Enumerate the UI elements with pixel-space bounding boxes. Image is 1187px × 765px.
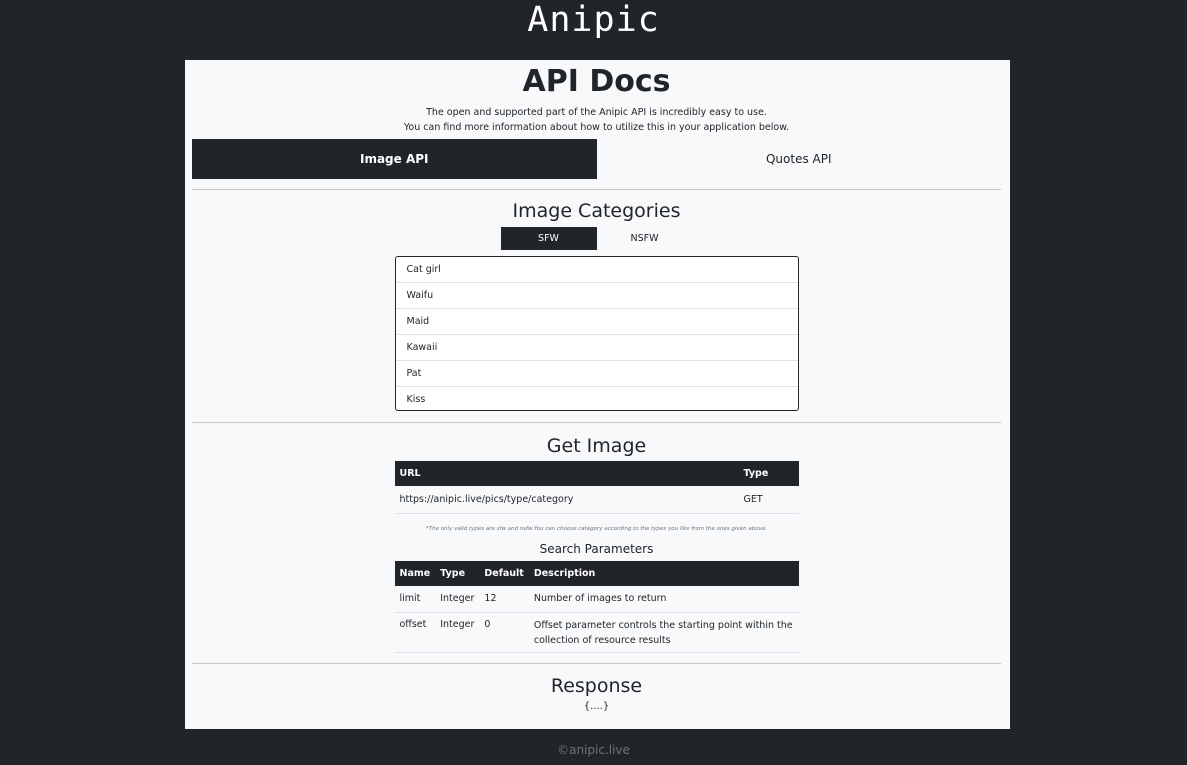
list-item[interactable]: Kawaii bbox=[395, 335, 798, 361]
list-item[interactable]: Waifu bbox=[395, 283, 798, 309]
param-default: 0 bbox=[479, 612, 529, 653]
endpoint-method: GET bbox=[738, 486, 799, 514]
site-title: Anipic bbox=[527, 0, 660, 40]
tab-sfw[interactable]: SFW bbox=[500, 227, 597, 250]
get-image-title: Get Image bbox=[546, 435, 647, 457]
intro-line-2: You can find more information about how … bbox=[403, 122, 790, 133]
api-tabs: Image API Quotes API bbox=[192, 139, 1001, 179]
divider bbox=[192, 422, 1001, 423]
search-parameters-title: Search Parameters bbox=[539, 541, 654, 556]
param-name: offset bbox=[394, 612, 436, 653]
search-parameters-table: Name Type Default Description limit Inte… bbox=[394, 560, 799, 653]
divider bbox=[192, 663, 1001, 664]
table-row: limit Integer 12 Number of images to ret… bbox=[394, 585, 799, 613]
column-header-name: Name bbox=[394, 560, 436, 586]
categories-title: Image Categories bbox=[512, 200, 681, 222]
response-title: Response bbox=[550, 675, 643, 697]
column-header-type: Type bbox=[738, 461, 799, 486]
get-image-table: URL Type https://anipic.live/pics/type/c… bbox=[394, 461, 799, 514]
table-row: offset Integer 0 Offset parameter contro… bbox=[394, 612, 799, 653]
category-list[interactable]: Cat girl Waifu Maid Kawaii Pat Kiss bbox=[394, 256, 799, 411]
type-note: *The only valid types are sfw and nsfw.Y… bbox=[425, 525, 768, 532]
footer-copyright: ©anipic.live bbox=[557, 743, 630, 757]
tab-quotes-api[interactable]: Quotes API bbox=[597, 139, 1002, 179]
list-item[interactable]: Cat girl bbox=[395, 257, 798, 283]
endpoint-url: https://anipic.live/pics/type/category bbox=[394, 486, 739, 514]
category-type-tabs: SFW NSFW bbox=[192, 227, 1001, 250]
param-type: Integer bbox=[435, 585, 480, 613]
param-name: limit bbox=[394, 585, 436, 613]
column-header-default: Default bbox=[479, 560, 529, 586]
tab-nsfw[interactable]: NSFW bbox=[597, 227, 693, 250]
table-row: https://anipic.live/pics/type/category G… bbox=[394, 486, 799, 514]
column-header-description: Description bbox=[528, 560, 799, 586]
tab-image-api[interactable]: Image API bbox=[192, 139, 597, 179]
param-description: Number of images to return bbox=[528, 585, 799, 613]
list-item[interactable]: Maid bbox=[395, 309, 798, 335]
list-item[interactable]: Pat bbox=[395, 361, 798, 387]
intro-line-1: The open and supported part of the Anipi… bbox=[426, 107, 767, 118]
column-header-type: Type bbox=[435, 560, 480, 586]
param-type: Integer bbox=[435, 612, 480, 653]
response-body: {....} bbox=[583, 701, 610, 712]
param-description: Offset parameter controls the starting p… bbox=[528, 612, 799, 653]
intro-text: The open and supported part of the Anipi… bbox=[192, 105, 1001, 135]
page-title: API Docs bbox=[522, 64, 671, 99]
param-default: 12 bbox=[479, 585, 529, 613]
list-item[interactable]: Kiss bbox=[396, 387, 798, 410]
divider bbox=[192, 189, 1001, 190]
column-header-url: URL bbox=[394, 461, 739, 486]
docs-card: API Docs The open and supported part of … bbox=[185, 60, 1010, 729]
